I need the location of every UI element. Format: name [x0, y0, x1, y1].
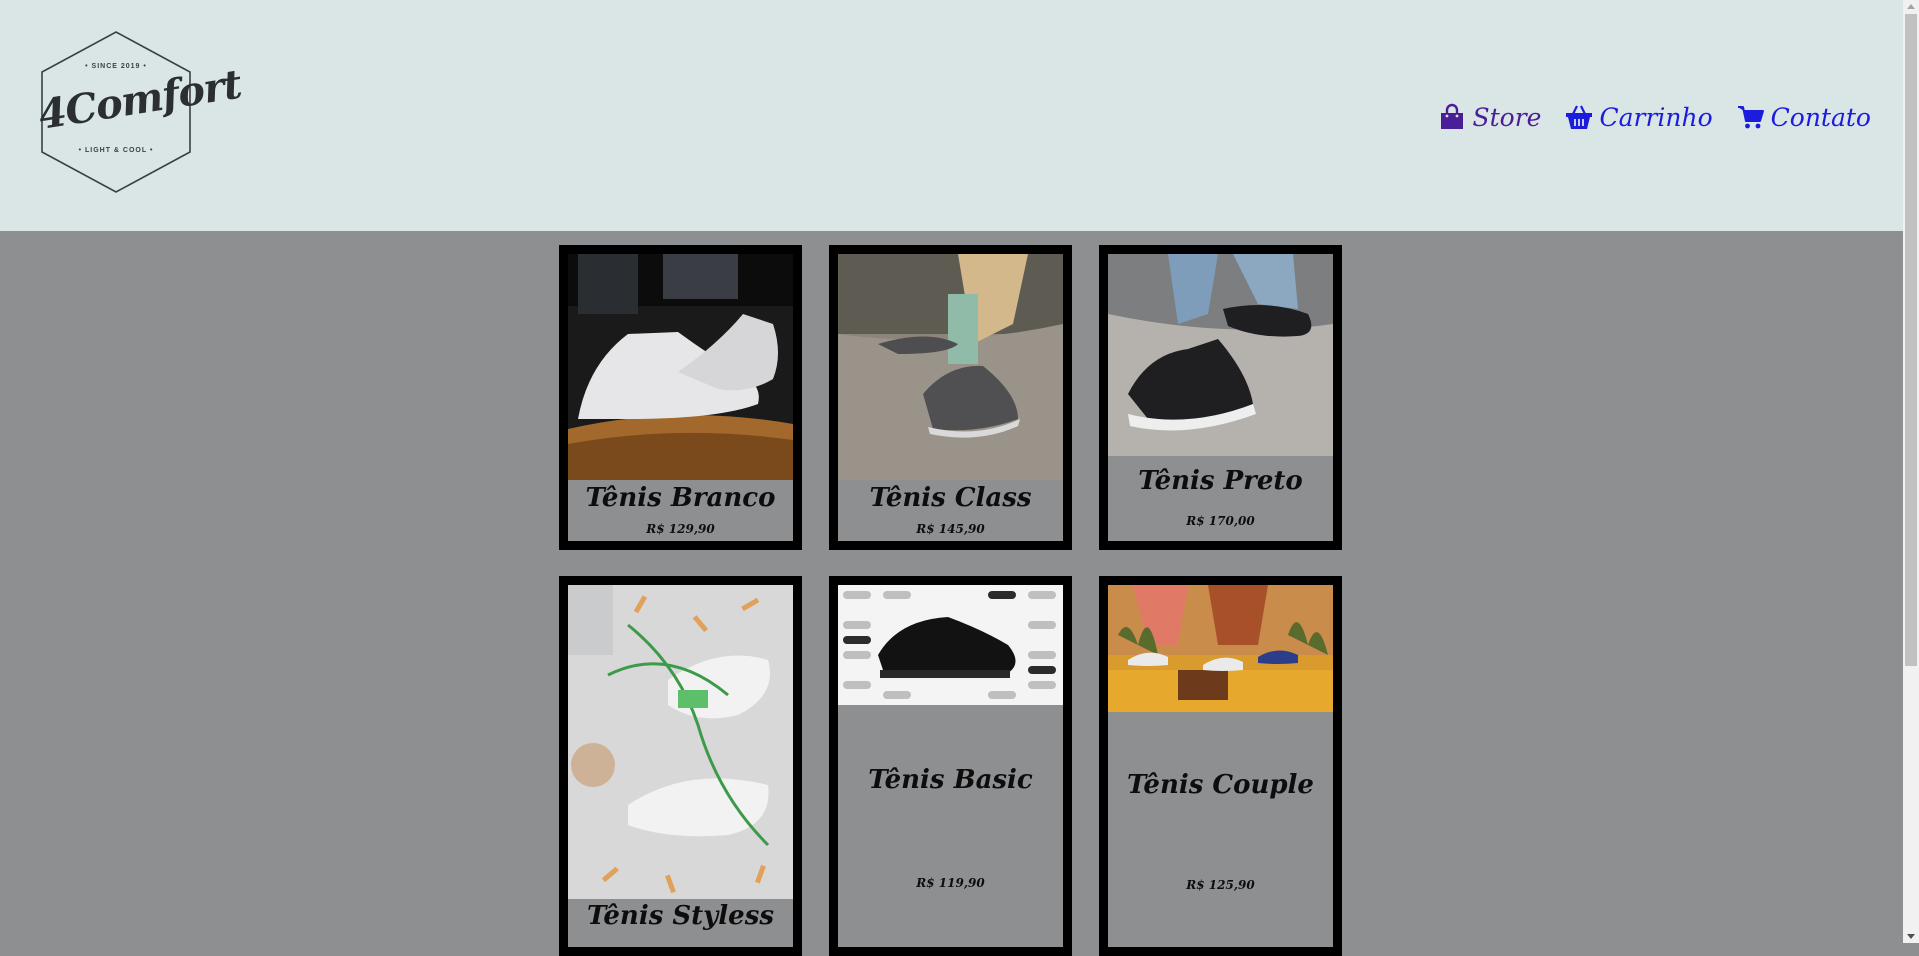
product-price: R$ 145,90	[916, 522, 985, 536]
logo-since-text: • SINCE 2019 •	[85, 63, 147, 70]
main-nav: Store Carrinho Contato	[1438, 99, 1871, 135]
product-image-basic-sneaker[interactable]	[838, 585, 1063, 705]
product-price: R$ 129,90	[646, 522, 715, 536]
product-price: R$ 125,90	[1186, 878, 1255, 892]
nav-store-link[interactable]: Store	[1438, 103, 1541, 132]
product-name: Tênis Basic	[868, 765, 1033, 795]
nav-store-label: Store	[1472, 102, 1542, 132]
product-price: R$ 170,00	[1186, 514, 1255, 528]
product-name: Tênis Branco	[585, 483, 776, 513]
cart-icon	[1737, 106, 1764, 129]
product-name: Tênis Preto	[1138, 466, 1303, 496]
product-name: Tênis Couple	[1127, 770, 1314, 800]
product-image-couple-sneakers[interactable]	[1108, 585, 1333, 712]
nav-cart-label: Carrinho	[1599, 102, 1713, 132]
product-card[interactable]: Tênis Class R$ 145,90	[829, 245, 1072, 550]
site-header: • SINCE 2019 • 4Comfort • LIGHT & COOL •…	[0, 0, 1903, 231]
vertical-scrollbar[interactable]	[1903, 0, 1919, 943]
product-card[interactable]: Tênis Styless	[559, 576, 802, 956]
product-card[interactable]: Tênis Basic R$ 119,90	[829, 576, 1072, 956]
scroll-down-arrow-icon[interactable]	[1907, 934, 1915, 939]
nav-contact-label: Contato	[1770, 102, 1871, 132]
nav-contact-link[interactable]: Contato	[1737, 103, 1871, 132]
product-card[interactable]: Tênis Preto R$ 170,00	[1099, 245, 1342, 550]
logo-tagline-text: • LIGHT & COOL •	[78, 147, 154, 154]
product-image-black-sneaker[interactable]	[1108, 254, 1333, 456]
product-name: Tênis Styless	[587, 901, 774, 931]
product-image-white-sneaker[interactable]	[568, 254, 793, 480]
product-card[interactable]: Tênis Couple R$ 125,90	[1099, 576, 1342, 956]
basket-icon	[1566, 105, 1593, 129]
scrollbar-thumb[interactable]	[1905, 14, 1917, 666]
nav-cart-link[interactable]: Carrinho	[1565, 102, 1713, 132]
product-name: Tênis Class	[869, 483, 1032, 513]
product-card[interactable]: Tênis Branco R$ 129,90	[559, 245, 802, 550]
product-price: R$ 119,90	[916, 876, 985, 890]
scroll-up-arrow-icon[interactable]	[1907, 4, 1915, 9]
brand-logo[interactable]: • SINCE 2019 • 4Comfort • LIGHT & COOL •	[35, 30, 244, 194]
product-image-styless-sneaker[interactable]	[568, 585, 793, 899]
product-image-grey-sneaker[interactable]	[838, 254, 1063, 480]
shopping-bag-icon	[1441, 103, 1464, 129]
